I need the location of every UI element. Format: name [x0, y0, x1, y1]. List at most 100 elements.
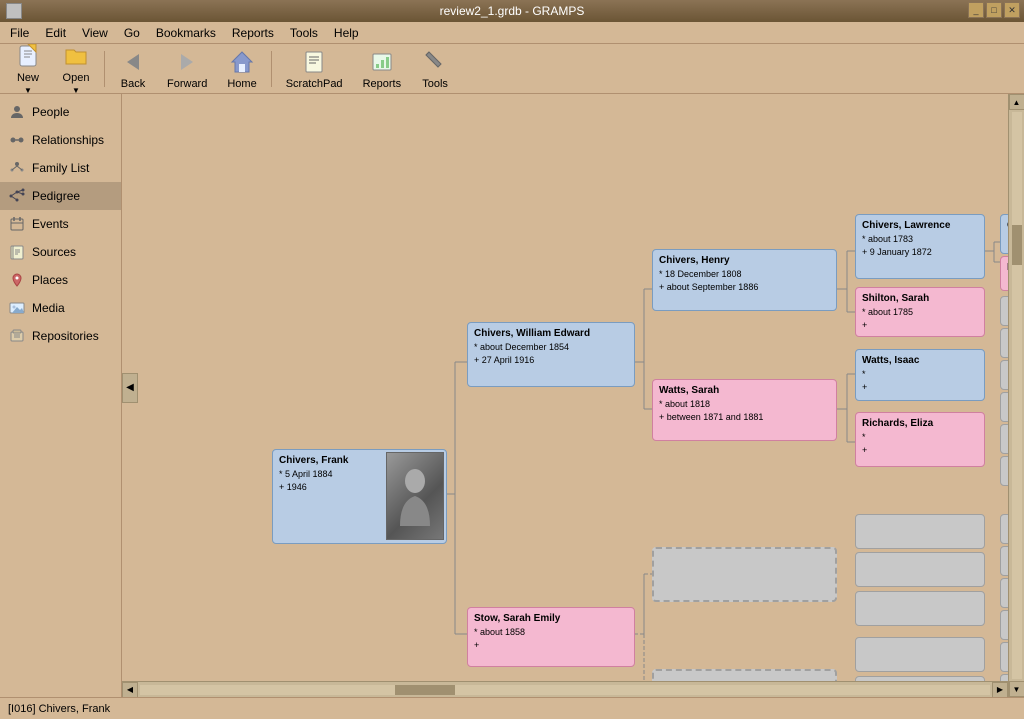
person-lawrence[interactable]: Chivers, Lawrence * about 1783 + 9 Janua… [855, 214, 985, 279]
person-name: Eyles, Mary [1007, 261, 1008, 275]
person-richards-eliza[interactable]: Richards, Eliza * + [855, 412, 985, 467]
scratchpad-button[interactable]: ScratchPad [278, 45, 351, 93]
scroll-down-button[interactable]: ▼ [1009, 681, 1024, 697]
status-text: [I016] Chivers, Frank [8, 703, 110, 715]
person-name: Stow, Sarah Emily [474, 612, 628, 626]
person-death: + 9 January 1872 [862, 246, 978, 259]
back-button[interactable]: Back [111, 45, 155, 93]
person-eyles-mary[interactable]: Eyles, Mary [1000, 256, 1008, 291]
stow-gp-3[interactable] [855, 591, 985, 626]
scratchpad-icon [300, 48, 328, 76]
main-layout: People Relationships Family List Pedigre… [0, 94, 1024, 697]
person-name: Chivers, Henry [659, 254, 830, 268]
reports-icon [368, 48, 396, 76]
empty-box-1[interactable] [1000, 296, 1008, 326]
hscroll-thumb[interactable] [395, 685, 455, 695]
stow-ggp-1[interactable] [1000, 514, 1008, 544]
empty-box-5[interactable] [1000, 424, 1008, 454]
scroll-left-button[interactable]: ◀ [122, 682, 138, 698]
scroll-right-button[interactable]: ▶ [992, 682, 1008, 698]
tools-button[interactable]: Tools [413, 45, 457, 93]
sidebar-item-repositories[interactable]: Repositories [0, 322, 121, 350]
person-sarah-stow[interactable]: Stow, Sarah Emily * about 1858 + [467, 607, 635, 667]
home-button[interactable]: Home [219, 45, 264, 93]
stow-ggp-4[interactable] [1000, 610, 1008, 640]
new-button[interactable]: New ▼ [6, 39, 50, 98]
pedigree-canvas[interactable]: ◀ [122, 94, 1008, 681]
sidebar-label-pedigree: Pedigree [32, 189, 80, 203]
sidebar-item-pedigree[interactable]: Pedigree [0, 182, 121, 210]
sidebar-item-relationships[interactable]: Relationships [0, 126, 121, 154]
sidebar-label-events: Events [32, 217, 69, 231]
close-button[interactable]: ✕ [1004, 2, 1020, 18]
menu-bookmarks[interactable]: Bookmarks [150, 24, 222, 42]
vscroll-thumb[interactable] [1012, 225, 1022, 265]
window-controls[interactable]: _ □ ✕ [968, 2, 1020, 18]
sidebar-item-family-list[interactable]: Family List [0, 154, 121, 182]
stow-ggp-2[interactable] [1000, 546, 1008, 576]
events-icon [8, 215, 26, 233]
person-death: + about September 1886 [659, 281, 830, 294]
tools-label: Tools [422, 78, 448, 90]
titlebar: review2_1.grdb - GRAMPS _ □ ✕ [0, 0, 1024, 22]
places-icon [8, 271, 26, 289]
empty-box-6[interactable] [1000, 456, 1008, 486]
scroll-up-button[interactable]: ▲ [1009, 94, 1024, 110]
menu-go[interactable]: Go [118, 24, 146, 42]
hscroll-track[interactable] [140, 685, 990, 695]
new-icon [14, 42, 42, 70]
empty-box-2[interactable] [1000, 328, 1008, 358]
menu-help[interactable]: Help [328, 24, 365, 42]
stow-gp-4[interactable] [855, 637, 985, 672]
person-gabriel[interactable]: Chivers, Gabriel [1000, 214, 1008, 254]
stow-parent-1[interactable] [652, 547, 837, 602]
pedigree-icon [8, 187, 26, 205]
toolbar-separator-1 [104, 51, 105, 87]
horizontal-scrollbar[interactable]: ◀ ▶ [122, 681, 1008, 697]
person-death: + [862, 319, 978, 332]
menu-tools[interactable]: Tools [284, 24, 324, 42]
vscroll-track[interactable] [1012, 112, 1022, 679]
stow-gp-2[interactable] [855, 552, 985, 587]
stow-ggp-6[interactable] [1000, 674, 1008, 681]
person-birth: * 18 December 1808 [659, 268, 830, 281]
stow-gp-1[interactable] [855, 514, 985, 549]
sidebar: People Relationships Family List Pedigre… [0, 94, 122, 697]
media-icon [8, 299, 26, 317]
menu-reports[interactable]: Reports [226, 24, 280, 42]
people-icon [8, 103, 26, 121]
stow-parent-2[interactable] [652, 669, 837, 681]
reports-button[interactable]: Reports [355, 45, 410, 93]
main-with-scroll: ◀ [122, 94, 1024, 697]
person-name: Chivers, Gabriel [1007, 219, 1008, 233]
person-shilton-sarah[interactable]: Shilton, Sarah * about 1785 + [855, 287, 985, 337]
stow-ggp-5[interactable] [1000, 642, 1008, 672]
forward-button[interactable]: Forward [159, 45, 215, 93]
forward-icon [173, 48, 201, 76]
person-birth: * about 1858 [474, 626, 628, 639]
collapse-sidebar-button[interactable]: ◀ [122, 373, 138, 403]
minimize-button[interactable]: _ [968, 2, 984, 18]
person-henry[interactable]: Chivers, Henry * 18 December 1808 + abou… [652, 249, 837, 311]
maximize-button[interactable]: □ [986, 2, 1002, 18]
vertical-scrollbar[interactable]: ▲ ▼ [1008, 94, 1024, 697]
person-watts-sarah[interactable]: Watts, Sarah * about 1818 + between 1871… [652, 379, 837, 441]
empty-box-3[interactable] [1000, 360, 1008, 390]
sidebar-item-events[interactable]: Events [0, 210, 121, 238]
person-watts-isaac[interactable]: Watts, Isaac * + [855, 349, 985, 401]
person-frank[interactable]: Chivers, Frank * 5 April 1884 + 1946 [272, 449, 447, 544]
app-icon [6, 3, 22, 19]
sidebar-label-people: People [32, 105, 69, 119]
stow-ggp-3[interactable] [1000, 578, 1008, 608]
person-birth: * [862, 368, 978, 381]
sidebar-item-people[interactable]: People [0, 98, 121, 126]
sidebar-item-places[interactable]: Places [0, 266, 121, 294]
person-william[interactable]: Chivers, William Edward * about December… [467, 322, 635, 387]
stow-gp-5[interactable] [855, 676, 985, 681]
person-name: Watts, Isaac [862, 354, 978, 368]
open-button[interactable]: Open ▼ [54, 39, 98, 98]
sidebar-item-media[interactable]: Media [0, 294, 121, 322]
person-death: + between 1871 and 1881 [659, 411, 830, 424]
sidebar-item-sources[interactable]: Sources [0, 238, 121, 266]
empty-box-4[interactable] [1000, 392, 1008, 422]
